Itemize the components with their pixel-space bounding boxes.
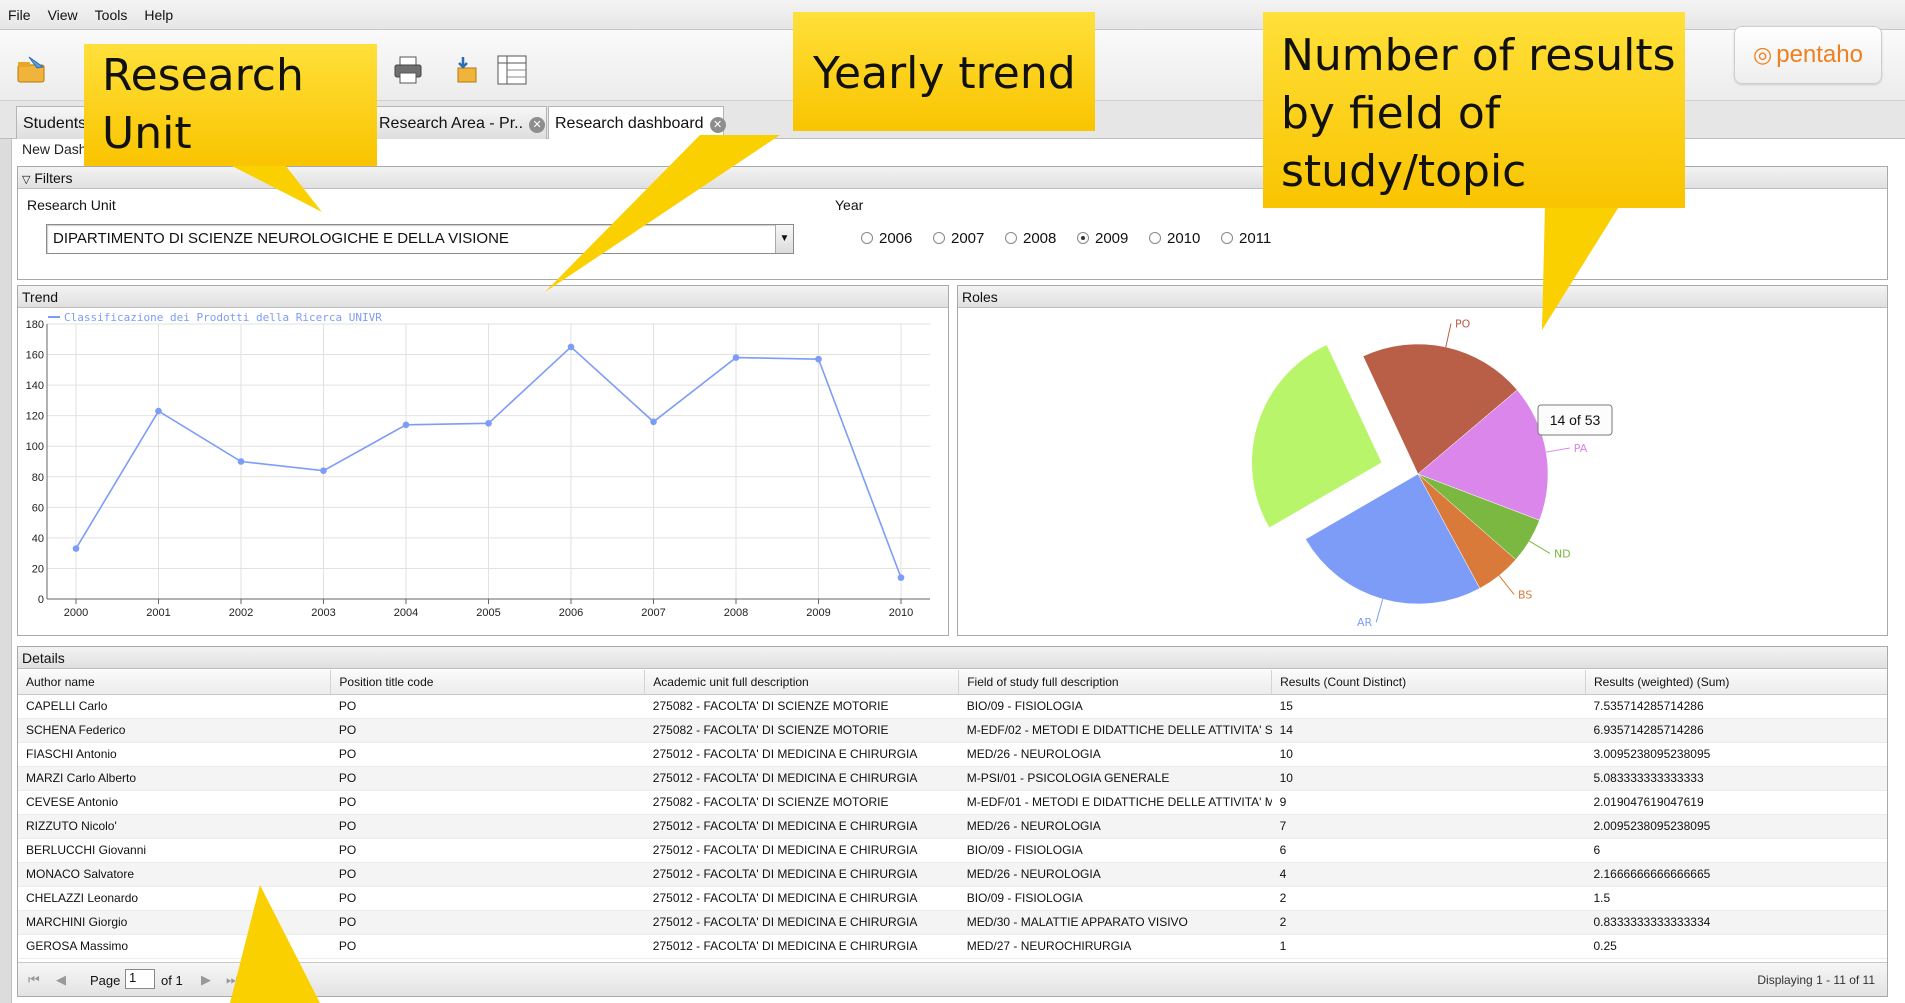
callout-line: Research <box>102 50 304 101</box>
callout-line: Number of results <box>1281 30 1676 81</box>
callout-line: Yearly trend <box>813 48 1076 99</box>
callout-yearly-trend: Yearly trend <box>793 12 1095 131</box>
callout-line: study/topic <box>1281 146 1527 197</box>
callout-pointer-bottom <box>230 885 320 1003</box>
callout-line: by field of <box>1281 88 1501 139</box>
callout-research-unit: Research Unit <box>84 44 377 166</box>
callout-pointer-results <box>1542 205 1620 330</box>
callout-pointer-yearly-trend <box>545 135 780 292</box>
callout-number-of-results: Number of results by field of study/topi… <box>1263 12 1685 208</box>
callout-line: Unit <box>102 108 192 159</box>
callout-pointer-research-unit <box>230 165 322 212</box>
